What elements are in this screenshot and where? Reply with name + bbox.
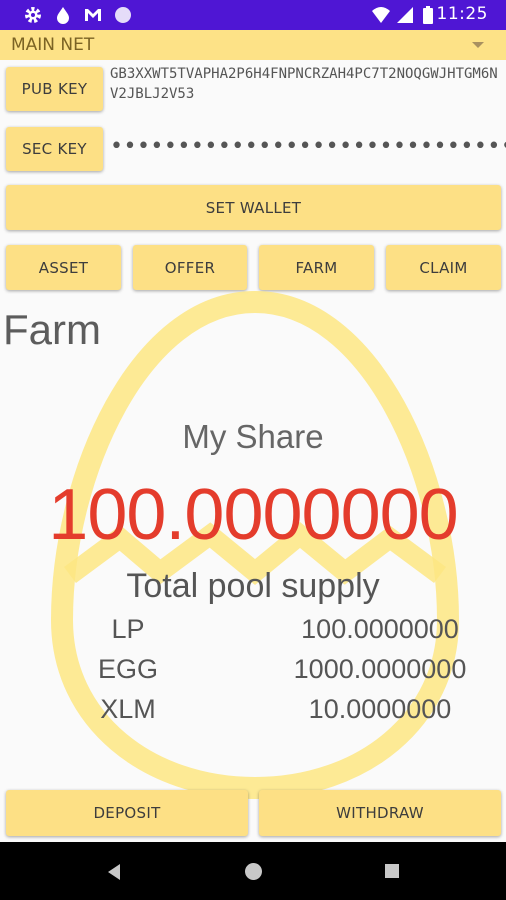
network-selector[interactable]: MAIN NET (0, 30, 506, 60)
set-wallet-button[interactable]: SET WALLET (6, 185, 501, 230)
my-share-label: My Share (182, 418, 324, 455)
wifi-icon (372, 7, 390, 23)
battery-icon (423, 6, 433, 24)
tab-asset[interactable]: ASSET (6, 245, 121, 290)
home-icon[interactable] (245, 863, 262, 880)
pub-key-field[interactable]: GB3XXWT5TVAPHA2P6H4FNPNCRZAH4PC7T2NOQGWJ… (110, 64, 506, 104)
pool-amount: 100.0000000 (301, 614, 459, 644)
page-title: Farm (3, 306, 101, 353)
drop-icon (57, 7, 69, 24)
pool-symbol: XLM (100, 694, 156, 724)
pub-key-button[interactable]: PUB KEY (6, 67, 103, 111)
signal-icon (397, 7, 413, 23)
deposit-button[interactable]: DEPOSIT (6, 790, 248, 836)
clock: 11:25 (436, 4, 488, 24)
circle-icon (115, 7, 131, 23)
my-share-value: 100.0000000 (48, 475, 458, 555)
gmail-icon (85, 9, 101, 21)
pool-supply-title: Total pool supply (126, 567, 380, 605)
pool-row-egg: EGG 1000.0000000 (0, 654, 506, 694)
pool-symbol: EGG (97, 654, 158, 684)
network-selected-value: MAIN NET (11, 35, 95, 55)
pool-row-lp: LP 100.0000000 (0, 614, 506, 654)
tab-offer[interactable]: OFFER (133, 245, 247, 290)
tab-farm[interactable]: FARM (259, 245, 374, 290)
settings-icon (25, 7, 41, 23)
recent-apps-icon[interactable] (385, 864, 399, 878)
dropdown-arrow-icon[interactable] (472, 42, 484, 48)
tab-claim[interactable]: CLAIM (386, 245, 501, 290)
withdraw-button[interactable]: WITHDRAW (259, 790, 501, 836)
pool-row-xlm: XLM 10.0000000 (0, 694, 506, 734)
pool-symbol: LP (111, 614, 145, 644)
sec-key-field[interactable]: ••••••••••••••••••••••••••••••••••••••••… (110, 135, 506, 159)
pool-amount: 10.0000000 (308, 694, 452, 724)
pool-amount: 1000.0000000 (293, 654, 467, 684)
back-icon[interactable] (108, 864, 120, 880)
status-bar: 11:25 (0, 0, 506, 30)
sec-key-button[interactable]: SEC KEY (6, 127, 103, 171)
navigation-bar (0, 842, 506, 900)
